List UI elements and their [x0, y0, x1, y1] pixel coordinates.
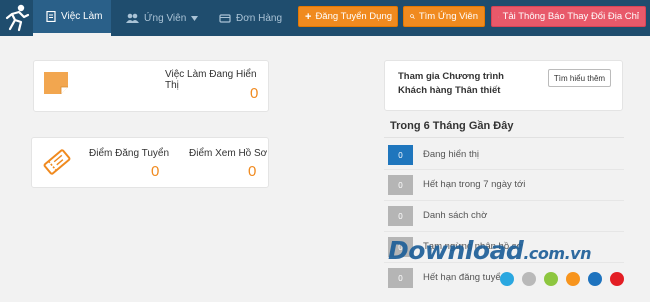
- nav-tab-candidates[interactable]: Ứng Viên: [126, 0, 199, 36]
- note-icon: [44, 72, 68, 94]
- points-card: Điểm Đăng Tuyển 0 Điểm Xem Hồ Sơ 0: [31, 137, 269, 188]
- nav-tab-orders[interactable]: Đơn Hàng: [219, 0, 282, 36]
- count-badge: 0: [388, 175, 413, 195]
- ticket-icon: [43, 149, 71, 175]
- loyalty-text: Tham gia Chương trình Khách hàng Thân th…: [398, 71, 504, 96]
- nav-tab-jobs[interactable]: Việc Làm: [33, 0, 111, 36]
- watermark-dot: [500, 272, 514, 286]
- logo-icon[interactable]: [0, 0, 34, 36]
- divider: [384, 137, 624, 138]
- list-item[interactable]: 0 Hết hạn trong 7 ngày tới: [388, 175, 623, 197]
- watermark-logo: Download.com.vn: [388, 236, 591, 265]
- nav-tab-jobs-label: Việc Làm: [61, 11, 103, 22]
- count-badge: 0: [388, 268, 413, 288]
- post-job-button[interactable]: + Đăng Tuyển Dụng: [298, 6, 398, 27]
- plus-icon: +: [305, 10, 312, 23]
- download-notice-label: Tải Thông Báo Thay Đổi Địa Chỉ: [502, 11, 639, 22]
- cart-icon: [219, 13, 231, 23]
- learn-more-button[interactable]: Tìm hiểu thêm: [548, 69, 611, 87]
- count-badge: 0: [388, 206, 413, 226]
- view-points-label: Điểm Xem Hồ Sơ: [189, 148, 268, 159]
- divider: [384, 169, 624, 170]
- watermark-text: Download: [388, 236, 524, 265]
- document-icon: [46, 11, 56, 22]
- find-candidate-button[interactable]: Tìm Ứng Viên: [403, 6, 485, 27]
- caret-down-icon: [191, 15, 199, 21]
- count-badge: 0: [388, 145, 413, 165]
- post-points-value: 0: [151, 163, 160, 180]
- post-points-label: Điểm Đăng Tuyển: [89, 148, 170, 159]
- watermark-dot: [522, 272, 536, 286]
- nav-tab-orders-label: Đơn Hàng: [236, 12, 283, 24]
- download-notice-button[interactable]: Tải Thông Báo Thay Đổi Địa Chỉ: [491, 6, 646, 27]
- top-navigation: Việc Làm Ứng Viên Đơn Hàng + Đăng Tuyển …: [0, 0, 650, 36]
- post-job-label: Đăng Tuyển Dụng: [315, 11, 393, 22]
- users-icon: [126, 13, 139, 23]
- list-item-label: Danh sách chờ: [423, 210, 488, 221]
- watermark-dot: [588, 272, 602, 286]
- list-item-label: Hết hạn trong 7 ngày tới: [423, 179, 526, 190]
- file-icon: [498, 16, 499, 17]
- view-points-value: 0: [248, 163, 257, 180]
- list-item-label: Đang hiển thị: [423, 149, 479, 160]
- list-item[interactable]: 0 Đang hiển thị: [388, 145, 623, 167]
- watermark-suffix: .com.vn: [523, 244, 591, 263]
- watermark-dot: [566, 272, 580, 286]
- search-icon: [410, 14, 415, 19]
- active-jobs-value: 0: [250, 85, 259, 102]
- nav-tab-candidates-label: Ứng Viên: [144, 12, 187, 24]
- watermark-dot: [544, 272, 558, 286]
- active-jobs-card: Việc Làm Đang Hiển Thị 0: [33, 60, 269, 112]
- recent-section-title: Trong 6 Tháng Gần Đây: [390, 120, 514, 132]
- find-candidate-label: Tìm Ứng Viên: [418, 11, 478, 22]
- loyalty-card: Tham gia Chương trình Khách hàng Thân th…: [384, 60, 623, 111]
- list-item[interactable]: 0 Danh sách chờ: [388, 206, 623, 228]
- divider: [384, 200, 624, 201]
- divider: [384, 231, 624, 232]
- list-item-label: Hết hạn đăng tuyển: [423, 272, 506, 283]
- watermark-dot: [610, 272, 624, 286]
